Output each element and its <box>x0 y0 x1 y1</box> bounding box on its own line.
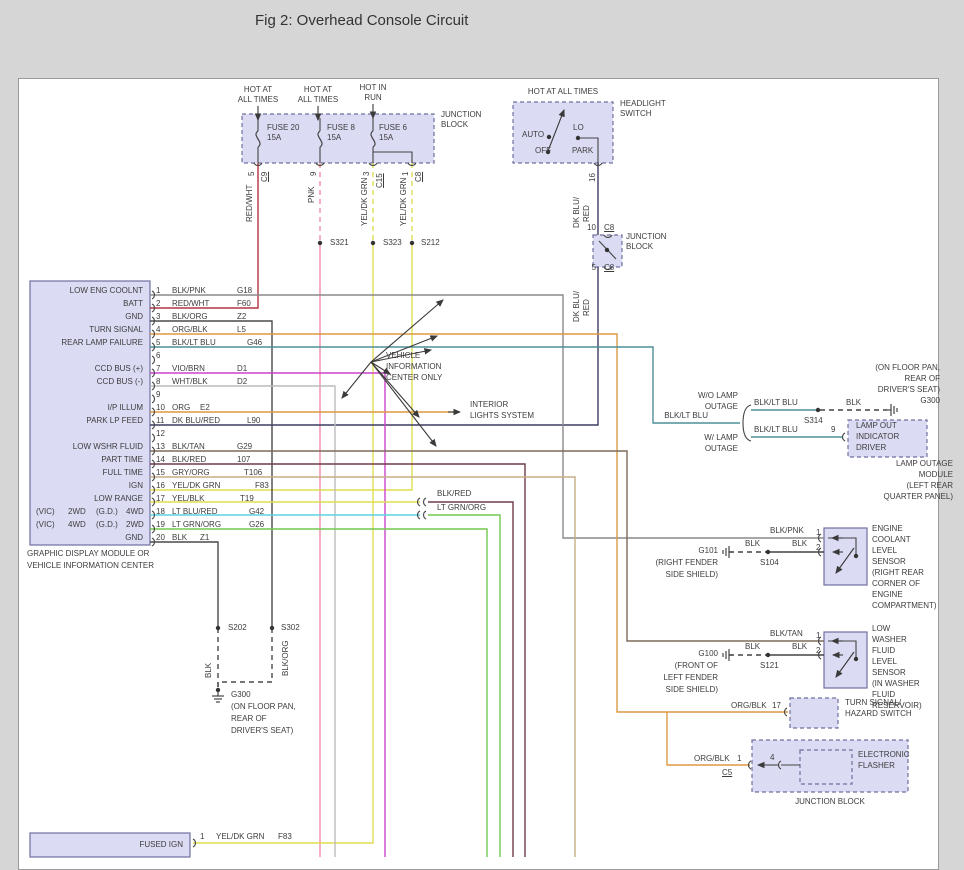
washer-sensor-box <box>823 631 868 689</box>
connector-arc <box>151 355 155 365</box>
wire-blk-red-14 <box>150 463 526 857</box>
display-module-box <box>29 280 151 546</box>
wire-vio-brn <box>150 372 386 857</box>
splice-dot <box>215 687 221 693</box>
wire-org-blk <box>150 333 788 713</box>
wire-blk-org-dash <box>217 628 273 690</box>
junction-block-top-box <box>241 113 435 164</box>
wire-wht-blk <box>150 385 336 857</box>
fused-ign-box <box>29 832 191 858</box>
splice-dot <box>853 656 859 662</box>
connector-arc <box>842 432 846 442</box>
wiring-diagram <box>29 101 928 858</box>
splice-dot <box>765 549 771 555</box>
splice-dot <box>317 240 323 246</box>
vic-arrow-1 <box>370 299 444 363</box>
wire-red-wht <box>150 163 259 309</box>
splice-dot <box>370 240 376 246</box>
splice-dot <box>575 135 581 141</box>
wire-blk-org <box>150 320 273 628</box>
wire-lt-grn-org-19 <box>150 528 488 857</box>
vic-arrow-3 <box>370 348 433 363</box>
lamp-out-driver-box <box>847 419 928 458</box>
page: { "title":"Fig 2: Overhead Console Circu… <box>0 0 964 870</box>
wire-lt-grn-org-18 <box>428 514 501 857</box>
brace <box>742 404 752 442</box>
vic-arrow-7 <box>370 361 437 447</box>
turn-hazard-switch-box <box>789 697 839 729</box>
connector-arc <box>151 433 155 443</box>
splice-dot <box>604 247 610 253</box>
splice-dot <box>409 240 415 246</box>
wire-org-blk-branch <box>666 712 750 766</box>
connector-arc <box>423 497 427 507</box>
wire-yel-dk-grn-1 <box>193 243 374 844</box>
wire-dk-blu-red-b <box>150 267 599 426</box>
splice-dot <box>765 652 771 658</box>
wire-blk-z1 <box>150 541 219 628</box>
splice-dot <box>815 407 821 413</box>
connector-arc <box>151 394 155 404</box>
coolant-sensor-box <box>823 527 868 586</box>
splice-dot <box>546 134 552 140</box>
vic-arrow-5 <box>341 361 372 399</box>
splice-dot <box>215 625 221 631</box>
connector-arc <box>423 510 427 520</box>
wire-gry-org <box>150 476 576 857</box>
electronic-flasher-box <box>799 749 853 785</box>
figure-title: Fig 2: Overhead Console Circuit <box>255 12 469 29</box>
vic-arrow-2 <box>370 335 439 363</box>
splice-dot <box>269 625 275 631</box>
splice-dot <box>853 553 859 559</box>
